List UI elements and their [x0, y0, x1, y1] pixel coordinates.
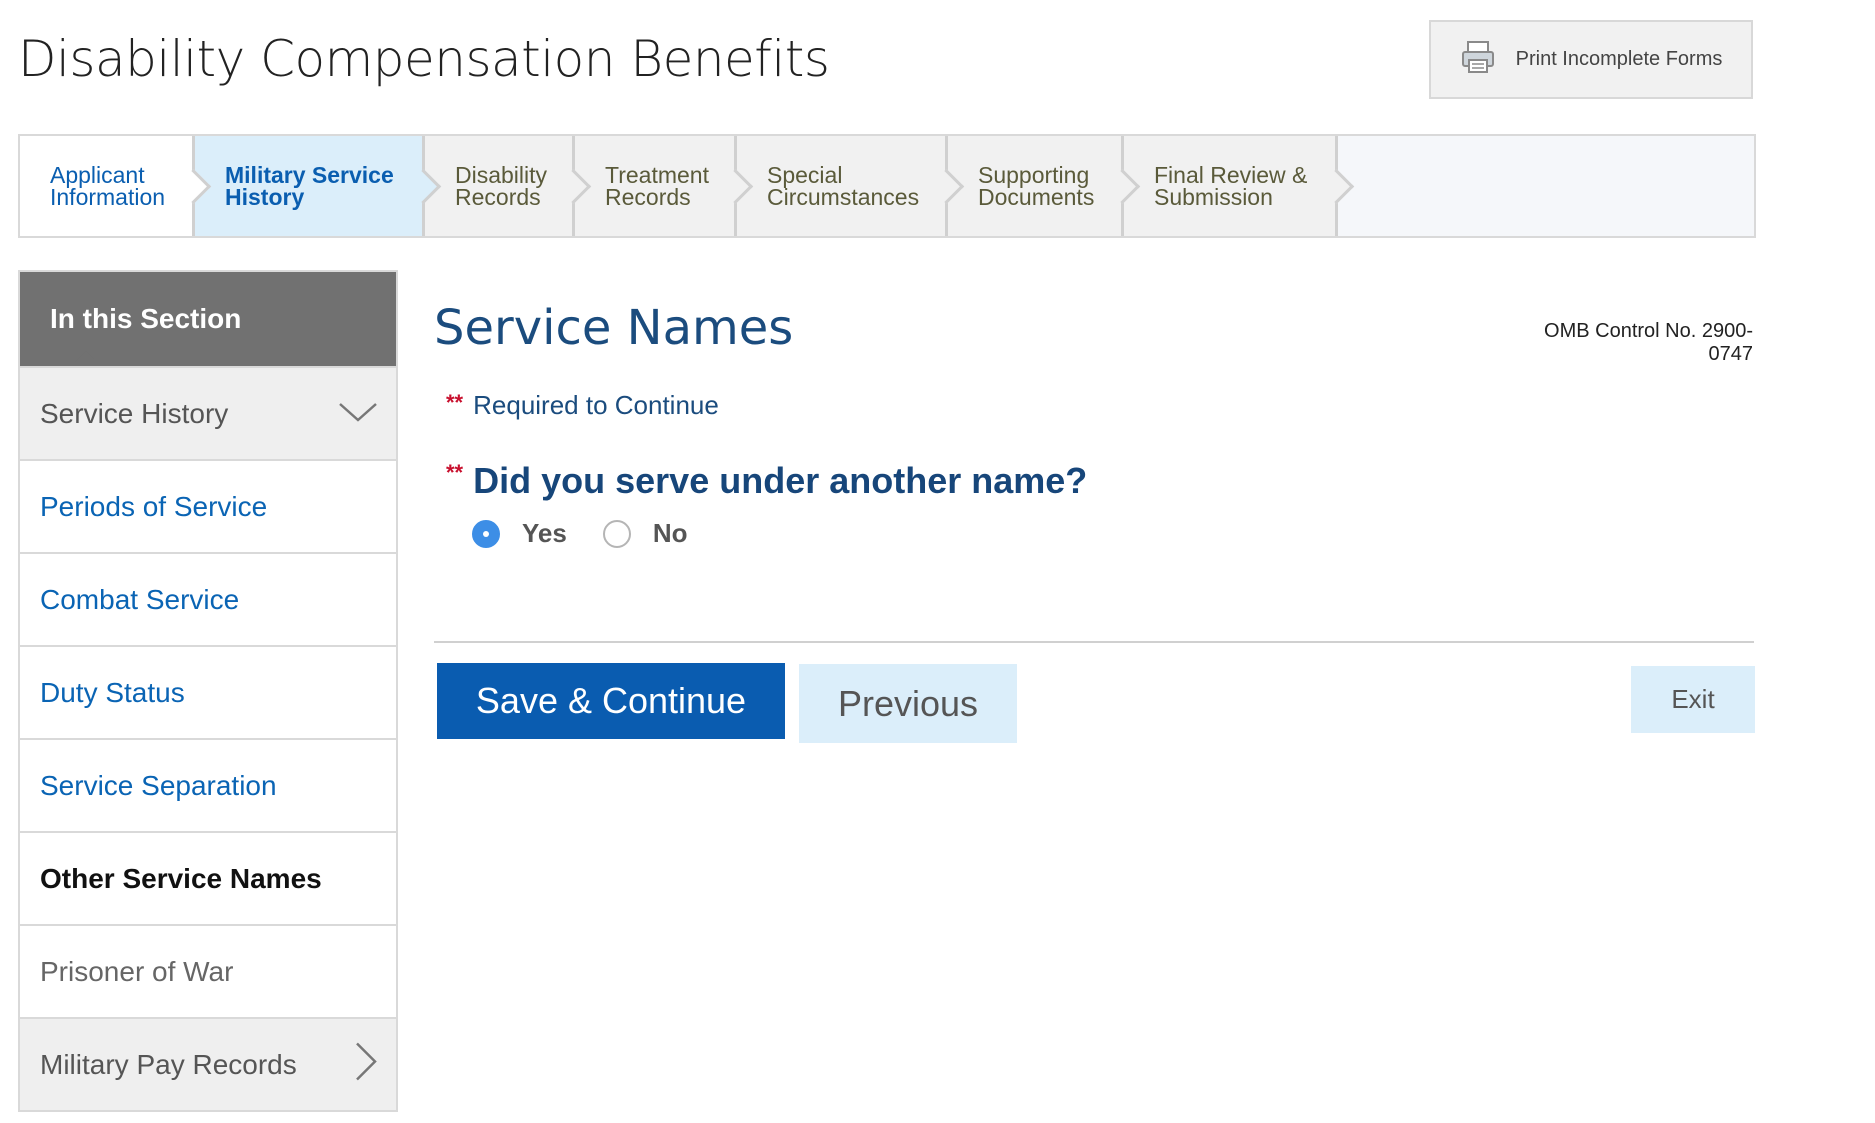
- tab-label: Records: [455, 184, 541, 210]
- sidebar-item-label: Combat Service: [40, 583, 240, 615]
- sidebar-item-service-separation[interactable]: Service Separation: [20, 738, 396, 831]
- chevron-down-icon: [338, 398, 378, 430]
- tab-military-service-history[interactable]: Military Service History: [195, 136, 425, 236]
- question-label: ** Did you serve under another name?: [446, 460, 1087, 502]
- tab-supporting-documents[interactable]: Supporting Documents: [948, 136, 1124, 236]
- sidebar-item-label: Prisoner of War: [40, 955, 234, 987]
- tab-special-circumstances[interactable]: Special Circumstances: [737, 136, 948, 236]
- sidebar-item-label: Periods of Service: [40, 490, 268, 522]
- print-incomplete-forms-button[interactable]: Print Incomplete Forms: [1429, 20, 1753, 99]
- tab-applicant-information[interactable]: Applicant Information: [20, 136, 195, 236]
- sidebar-item-label: Service Separation: [40, 769, 277, 801]
- radio-yes[interactable]: Yes: [472, 518, 567, 549]
- sidebar-item-service-history[interactable]: Service History: [20, 366, 396, 459]
- divider: [434, 641, 1754, 643]
- sidebar-heading: In this Section: [20, 272, 396, 366]
- sidebar-item-label: Other Service Names: [40, 862, 322, 894]
- sidebar-item-combat-service[interactable]: Combat Service: [20, 552, 396, 645]
- sidebar-item-other-service-names[interactable]: Other Service Names: [20, 831, 396, 924]
- tab-final-review-submission[interactable]: Final Review & Submission: [1124, 136, 1338, 236]
- required-marker: **: [446, 390, 464, 415]
- section-title: Service Names: [434, 300, 794, 356]
- radio-button-unchecked[interactable]: [602, 519, 631, 548]
- step-navigation: Applicant Information Military Service His…: [18, 134, 1756, 238]
- section-sidebar: In this Section Service History Periods …: [18, 270, 398, 1112]
- required-note: ** Required to Continue: [446, 390, 719, 421]
- sidebar-item-label: Military Pay Records: [40, 1048, 297, 1080]
- save-continue-button[interactable]: Save & Continue: [437, 663, 785, 739]
- required-note-text: Required to Continue: [473, 390, 719, 420]
- question-text: Did you serve under another name?: [473, 460, 1088, 501]
- sidebar-item-label: Duty Status: [40, 676, 185, 708]
- sidebar-item-military-pay-records[interactable]: Military Pay Records: [20, 1017, 396, 1110]
- printer-icon: [1460, 40, 1496, 80]
- tab-treatment-records[interactable]: Treatment Records: [575, 136, 737, 236]
- radio-no[interactable]: No: [602, 518, 688, 549]
- radio-label: Yes: [522, 518, 567, 548]
- sidebar-item-prisoner-of-war[interactable]: Prisoner of War: [20, 924, 396, 1017]
- exit-button[interactable]: Exit: [1631, 666, 1755, 733]
- print-button-label: Print Incomplete Forms: [1515, 48, 1723, 70]
- page-title: Disability Compensation Benefits: [18, 30, 830, 88]
- tab-disability-records[interactable]: Disability Records: [425, 136, 575, 236]
- sidebar-item-duty-status[interactable]: Duty Status: [20, 645, 396, 738]
- required-marker: **: [446, 460, 464, 485]
- tab-label: History: [225, 184, 305, 210]
- radio-group: Yes No: [472, 518, 688, 549]
- sidebar-item-label: Service History: [40, 397, 229, 429]
- tab-label: Circumstances: [767, 184, 920, 210]
- previous-button[interactable]: Previous: [799, 664, 1017, 743]
- omb-control-number: OMB Control No. 2900-0747: [1544, 320, 1753, 365]
- tab-label: Records: [605, 184, 691, 210]
- tab-label: Submission: [1154, 184, 1273, 210]
- tab-label: Information: [50, 184, 166, 210]
- radio-label: No: [652, 518, 688, 548]
- radio-button-checked[interactable]: [472, 519, 500, 548]
- chevron-right-icon: [354, 1041, 378, 1088]
- sidebar-item-periods-of-service[interactable]: Periods of Service: [20, 459, 396, 552]
- tab-label: Documents: [978, 184, 1095, 210]
